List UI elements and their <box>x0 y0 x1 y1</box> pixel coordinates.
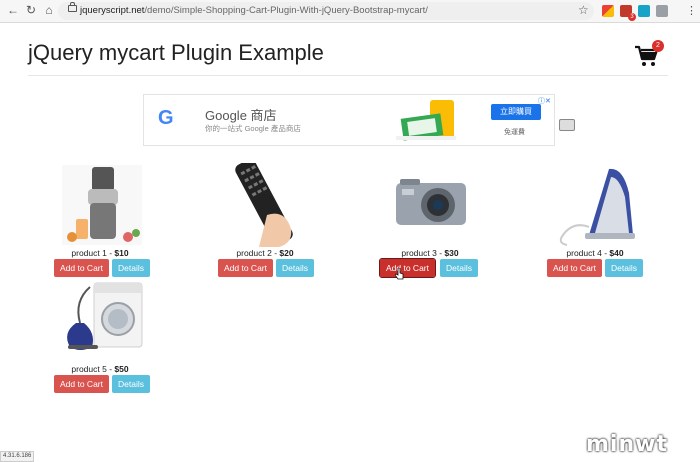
ad-title: Google 商店 <box>205 108 277 123</box>
product-card-1: product 1 - $10 Add to Cart Details <box>10 163 190 283</box>
details-button[interactable]: Details <box>276 259 314 277</box>
page-title: jQuery mycart Plugin Example <box>28 40 324 65</box>
ad-free-shipping: 免運費 <box>504 129 525 136</box>
ad-side-camera-icon <box>559 119 575 131</box>
digital-camera-image <box>396 179 466 225</box>
ad-buy-button[interactable]: 立即購買 <box>491 104 541 120</box>
status-bar-text: 4.31.6.186 <box>0 451 35 462</box>
menu-dots-icon[interactable]: ⋮ <box>686 4 697 17</box>
product-card-5: product 5 - $50 Add to Cart Details <box>10 279 190 399</box>
details-button[interactable]: Details <box>112 375 150 393</box>
reload-icon[interactable]: ↻ <box>24 3 38 17</box>
add-to-cart-button[interactable]: Add to Cart <box>547 259 602 277</box>
header-divider <box>28 75 668 76</box>
bookmark-star-icon[interactable]: ☆ <box>578 3 589 17</box>
url-text[interactable]: jqueryscript.net/demo/Simple-Shopping-Ca… <box>80 5 428 16</box>
extension-icon[interactable] <box>602 5 614 17</box>
extension-badge: 3 <box>628 13 636 21</box>
browser-toolbar: ← ↻ ⌂ jqueryscript.net/demo/Simple-Shopp… <box>0 0 700 23</box>
product-label: product 4 - $40 <box>566 248 624 258</box>
product-label: product 2 - $20 <box>236 248 294 258</box>
home-icon[interactable]: ⌂ <box>42 3 56 17</box>
add-to-cart-button[interactable]: Add to Cart <box>54 375 109 393</box>
extension-icon-3[interactable] <box>656 5 668 17</box>
product-label: product 3 - $30 <box>401 248 459 258</box>
product-card-3: product 3 - $30 Add to Cart Details <box>340 163 520 283</box>
washing-machine-image <box>67 282 143 350</box>
product-card-4: product 4 - $40 Add to Cart Details <box>505 163 685 283</box>
remote-control-image <box>235 163 293 247</box>
back-icon[interactable]: ← <box>6 3 20 17</box>
watermark: minwt <box>586 432 668 457</box>
google-logo-icon: G <box>158 107 174 129</box>
details-button[interactable]: Details <box>605 259 643 277</box>
ad-product-image <box>396 100 456 141</box>
add-to-cart-button[interactable]: Add to Cart <box>379 258 436 278</box>
extension-icon-2[interactable] <box>638 5 650 17</box>
lock-icon <box>68 2 77 12</box>
add-to-cart-button[interactable]: Add to Cart <box>54 259 109 277</box>
product-label: product 5 - $50 <box>71 364 129 374</box>
product-label: product 1 - $10 <box>71 248 129 258</box>
details-button[interactable]: Details <box>112 259 150 277</box>
add-to-cart-button[interactable]: Add to Cart <box>218 259 273 277</box>
details-button[interactable]: Details <box>440 259 478 277</box>
ad-subtitle: 你的一站式 Google 產品商店 <box>205 124 301 133</box>
juicer-image <box>62 165 142 245</box>
steam-iron-image <box>559 168 635 246</box>
cart-count-badge: 2 <box>652 40 664 52</box>
product-card-2: product 2 - $20 Add to Cart Details <box>175 163 355 283</box>
ad-info-icon[interactable]: ⓘ✕ <box>538 96 551 105</box>
pointer-cursor-icon <box>395 268 404 280</box>
ad-banner[interactable]: G Google 商店 你的一站式 Google 產品商店 立即購買 免運費 ⓘ… <box>143 94 555 146</box>
